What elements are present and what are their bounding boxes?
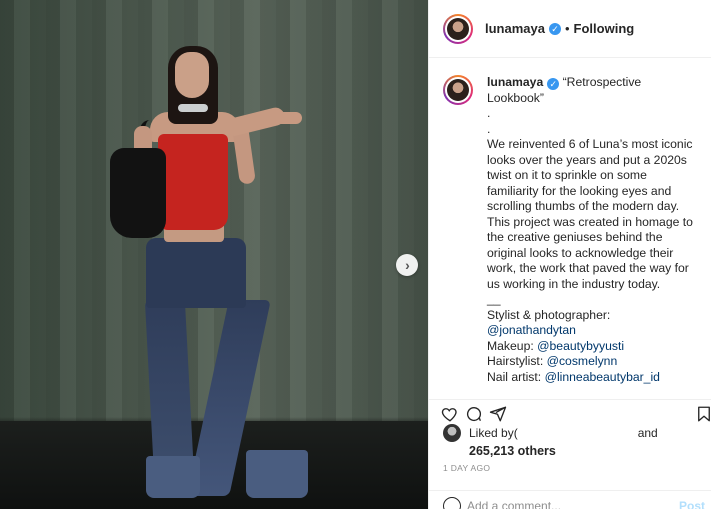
comment-button[interactable] [463,403,485,425]
credit-line: Hairstylist: @cosmelynn [487,354,699,370]
comment-bar: Add a comment... Post [429,490,711,509]
caption-underscore: __ [487,292,501,306]
credit-line: Makeup: @beautybyyusti [487,339,699,355]
chevron-right-icon: › [405,257,410,273]
post-side-panel: lunamaya ✓ • Following lunamaya ✓ “Retros… [428,0,711,509]
choker-necklace [178,104,208,112]
comment-input[interactable]: Add a comment... [467,499,561,509]
red-tube-top [158,134,228,230]
caption-dot: . [487,121,491,136]
credit-handle-link[interactable]: @cosmelynn [547,354,618,368]
caption-username[interactable]: lunamaya [487,75,543,89]
likes-section: Liked by ( and 265,213 others [443,424,711,458]
smiley-icon[interactable] [443,496,461,509]
pointing-hand [266,112,302,124]
caption-avatar[interactable] [443,75,473,105]
like-button[interactable] [439,403,461,425]
credit-handle-link[interactable]: @linneabeautybar_id [545,370,660,384]
credit-label: Nail artist: [487,369,545,384]
credit-label: Hairstylist: [487,354,547,368]
heart-icon [441,407,457,422]
face [175,52,209,98]
liker-avatar[interactable] [443,424,461,442]
save-button[interactable] [693,403,711,425]
post-date[interactable]: 1 DAY AGO [443,463,490,473]
post-header: lunamaya ✓ • Following [429,0,711,58]
caption-text: lunamaya ✓ “Retrospective Lookbook” . . W… [487,75,699,399]
avatar[interactable] [443,13,473,44]
credit-handle-link[interactable]: @jonathandytan [487,323,576,337]
black-bag [110,148,166,238]
following-button[interactable]: Following [574,21,635,36]
credit-label: Stylist & photographer: [487,307,611,322]
header-username[interactable]: lunamaya [485,21,545,36]
liked-by-and: and [637,426,658,440]
share-button[interactable] [487,403,509,425]
caption-body: We reinvented 6 of Luna’s most iconic lo… [487,137,693,291]
credit-line: Nail artist: @linneabeautybar_id [487,370,699,386]
credit-line: Stylist & photographer: [487,308,699,324]
share-icon [489,406,507,421]
caption-dot: . [487,106,491,120]
credit-label: Makeup: [487,338,538,353]
actions-bar [429,399,711,427]
verified-badge-icon: ✓ [547,78,560,90]
post-comment-button[interactable]: Post [679,499,705,509]
liked-by-row: Liked by ( and [443,424,711,442]
liked-by-user[interactable]: ( [514,426,634,440]
credit-handle-link[interactable]: @beautybyyusti [537,339,624,353]
liked-by-label: Liked by [469,426,514,440]
profile-picture [447,17,469,40]
left-flare [146,456,200,498]
caption-title-line: lunamaya ✓ “Retrospective Lookbook” [487,75,699,106]
profile-picture [447,79,469,101]
right-flare [246,450,308,498]
jeans [146,238,246,308]
likes-count[interactable]: 265,213 others [443,444,711,458]
credit-line: @jonathandytan [487,323,699,339]
next-photo-button[interactable]: › [396,254,418,276]
bookmark-icon [698,406,710,421]
caption-area: lunamaya ✓ “Retrospective Lookbook” . . W… [429,59,711,399]
separator-dot: • [564,21,570,36]
post-photo[interactable]: › [0,0,428,509]
verified-badge-icon: ✓ [548,22,561,35]
comment-icon [466,406,482,421]
